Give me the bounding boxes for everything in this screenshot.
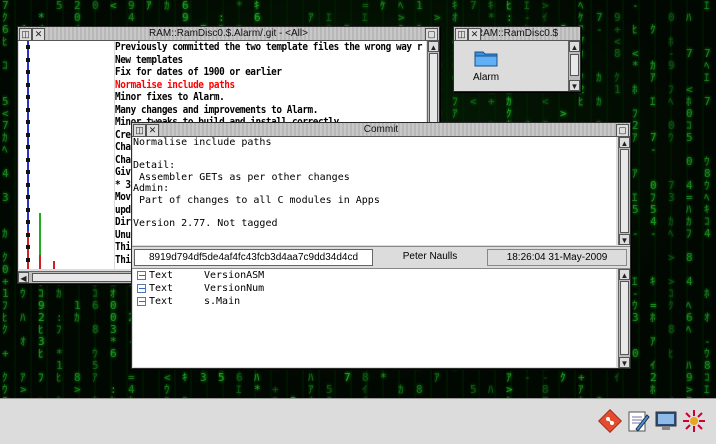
graph-commit-node [26,57,30,62]
graph-branch-line [39,255,41,269]
back-button[interactable]: ◫ [19,28,32,41]
changed-file-row[interactable]: Text VersionASM [133,269,616,282]
close-button[interactable]: ✕ [146,124,159,137]
commit-message-line: Version 2.77. Not tagged [133,217,278,229]
scroll-up-arrow[interactable]: ▲ [619,137,630,148]
commit-message-line: Assembler GETs as per other changes [133,171,350,183]
file-name: VersionASM [204,270,265,281]
folder-icon [474,51,498,67]
graph-commit-node [26,232,30,237]
graph-commit-node [26,107,30,112]
git-log-title: RAM::RamDisc0.$.Alarm/.git - <All> [149,28,308,39]
graph-commit-node [26,170,30,174]
scroll-up-arrow[interactable]: ▲ [619,269,630,280]
commit-graph [19,41,114,269]
commit-message-vscroll[interactable]: ▲ ▼ [618,137,630,245]
matrix-rain-column: 7 ｸ 6 ﾋ ｺ 5 < 7 ｶ ﾍ 4 3 ｶ ｸ 0 + 1 ﾌ ﾋ ｸ … [2,0,9,398]
text-file-icon [137,271,146,280]
directory-vscroll[interactable]: ▲ ▼ [568,41,580,91]
switcher-icon[interactable] [682,409,706,433]
changed-files-list[interactable]: Text VersionASM Text VersionNum Text s.Main [133,269,616,367]
graph-commit-node [26,220,30,224]
git-icon[interactable] [597,408,623,434]
editor-icon[interactable] [626,409,650,433]
back-button[interactable]: ◫ [133,124,146,137]
commit-title: Commit [363,124,399,135]
graph-commit-node [26,245,30,249]
commit-window[interactable]: Commit ◫ ✕ ▢ Normalise include paths Deta… [131,122,631,369]
graph-commit-node [26,257,30,262]
files-vscroll[interactable]: ▲ ▼ [618,269,630,368]
commit-info-bar: 8919d794df5de4af4fc43fcb3d4aa7c9dd34d4cd… [132,246,630,269]
date-field: 18:26:04 31-May-2009 [487,249,627,266]
file-type: Text [149,296,174,307]
display-icon[interactable] [654,409,678,433]
graph-commit-node [26,95,30,99]
close-button[interactable]: ✕ [32,28,45,41]
changed-file-row[interactable]: Text s.Main [133,295,616,308]
alarm-app-item[interactable]: Alarm [468,49,504,83]
scroll-up-arrow[interactable]: ▲ [428,41,439,52]
directory-content: Alarm [454,41,569,91]
commit-message[interactable]: Normalise include paths Detail: Assembler… [133,137,616,245]
file-type: Text [149,283,174,294]
scroll-thumb[interactable] [620,149,629,233]
scroll-down-arrow[interactable]: ▼ [569,80,580,91]
matrix-rain-column: ﾊ 7 < ﾎ 0 ｺ 5 0 4 = ﾊ ｶ ﾌ 8 4 ﾍ 6 ﾍ ﾊ 9 … [686,11,693,399]
alarm-label: Alarm [472,72,500,83]
graph-commit-node [26,145,30,149]
toggle-size-button[interactable]: ▢ [425,28,438,41]
graph-branch-line [53,261,55,269]
commit-date: 18:26:04 31-May-2009 [506,252,608,263]
graph-commit-node [26,45,30,49]
matrix-rain-column: 0 ﾎ - 9 ﾌ ﾍ 0 ｳ 7 3 ｶ ﾍ > > ｺ ｸ 8 ﾋ ｲ [668,11,675,399]
commit-message-line [133,206,616,218]
scroll-thumb[interactable] [570,54,579,76]
commit-message-line [133,149,616,161]
graph-commit-node [26,157,30,162]
graph-commit-node [26,195,30,199]
matrix-rain-column: ｴ 7 ﾍ ｴ 7 ｳ 8 ｳ ﾍ ｷ ｺ 4 ﾎ ｵ - ｳ 8 ｺ ｴ [704,0,711,396]
scroll-thumb[interactable] [620,281,629,355]
file-name: s.Main [204,296,241,307]
graph-commit-node [26,182,30,187]
toggle-size-button[interactable]: ▢ [616,124,629,137]
scroll-down-arrow[interactable]: ▼ [619,357,630,368]
graph-commit-node [26,120,30,124]
graph-commit-node [26,132,30,137]
commit-author: Peter Naulls [402,251,458,262]
git-log-titlebar[interactable]: RAM::RamDisc0.$.Alarm/.git - <All> [18,27,439,41]
iconbar [0,398,716,444]
changed-file-row[interactable]: Text VersionNum [133,282,616,295]
commit-hash: 8919d794df5de4af4fc43fcb3d4aa7c9dd34d4cd [148,252,359,263]
text-file-icon [137,297,146,306]
directory-title: RAM::RamDisc0.$ [475,28,559,39]
author-field: Peter Naulls [376,249,484,264]
scroll-left-arrow[interactable]: ◀ [18,272,29,283]
scroll-down-arrow[interactable]: ▼ [619,234,630,245]
commit-titlebar[interactable]: Commit [132,123,630,137]
graph-branch-line [27,231,29,269]
text-file-icon [137,284,146,293]
commit-message-line: Detail: [133,160,176,171]
graph-commit-node [26,82,30,87]
scroll-up-arrow[interactable]: ▲ [569,41,580,52]
commit-message-line: Part of changes to all C modules in Apps [133,194,380,206]
file-name: VersionNum [204,283,265,294]
commit-hash-field[interactable]: 8919d794df5de4af4fc43fcb3d4aa7c9dd34d4cd [134,249,373,266]
matrix-rain-column: ｸ ｶ ｱ ｴ 7 - 0 ﾌ 5 4 - ｷ = ﾎ ｱ ｲ 2 ﾎ - [650,23,657,399]
commit-message-line: Normalise include paths [133,137,272,148]
back-button[interactable]: ◫ [455,28,468,41]
close-button[interactable]: ✕ [468,28,481,41]
graph-commit-node [26,207,30,212]
file-type: Text [149,270,174,281]
directory-window[interactable]: RAM::RamDisc0.$ ◫ ✕ Alarm ▲ ▼ [453,26,581,92]
graph-commit-node [26,70,30,74]
commit-message-line: Admin: [133,183,170,194]
matrix-rain-column: - ﾋ < * ﾎ ﾌ 2 ｱ ｱ ｴ 5 - ｴ - ｳ 3 0 [632,0,639,360]
